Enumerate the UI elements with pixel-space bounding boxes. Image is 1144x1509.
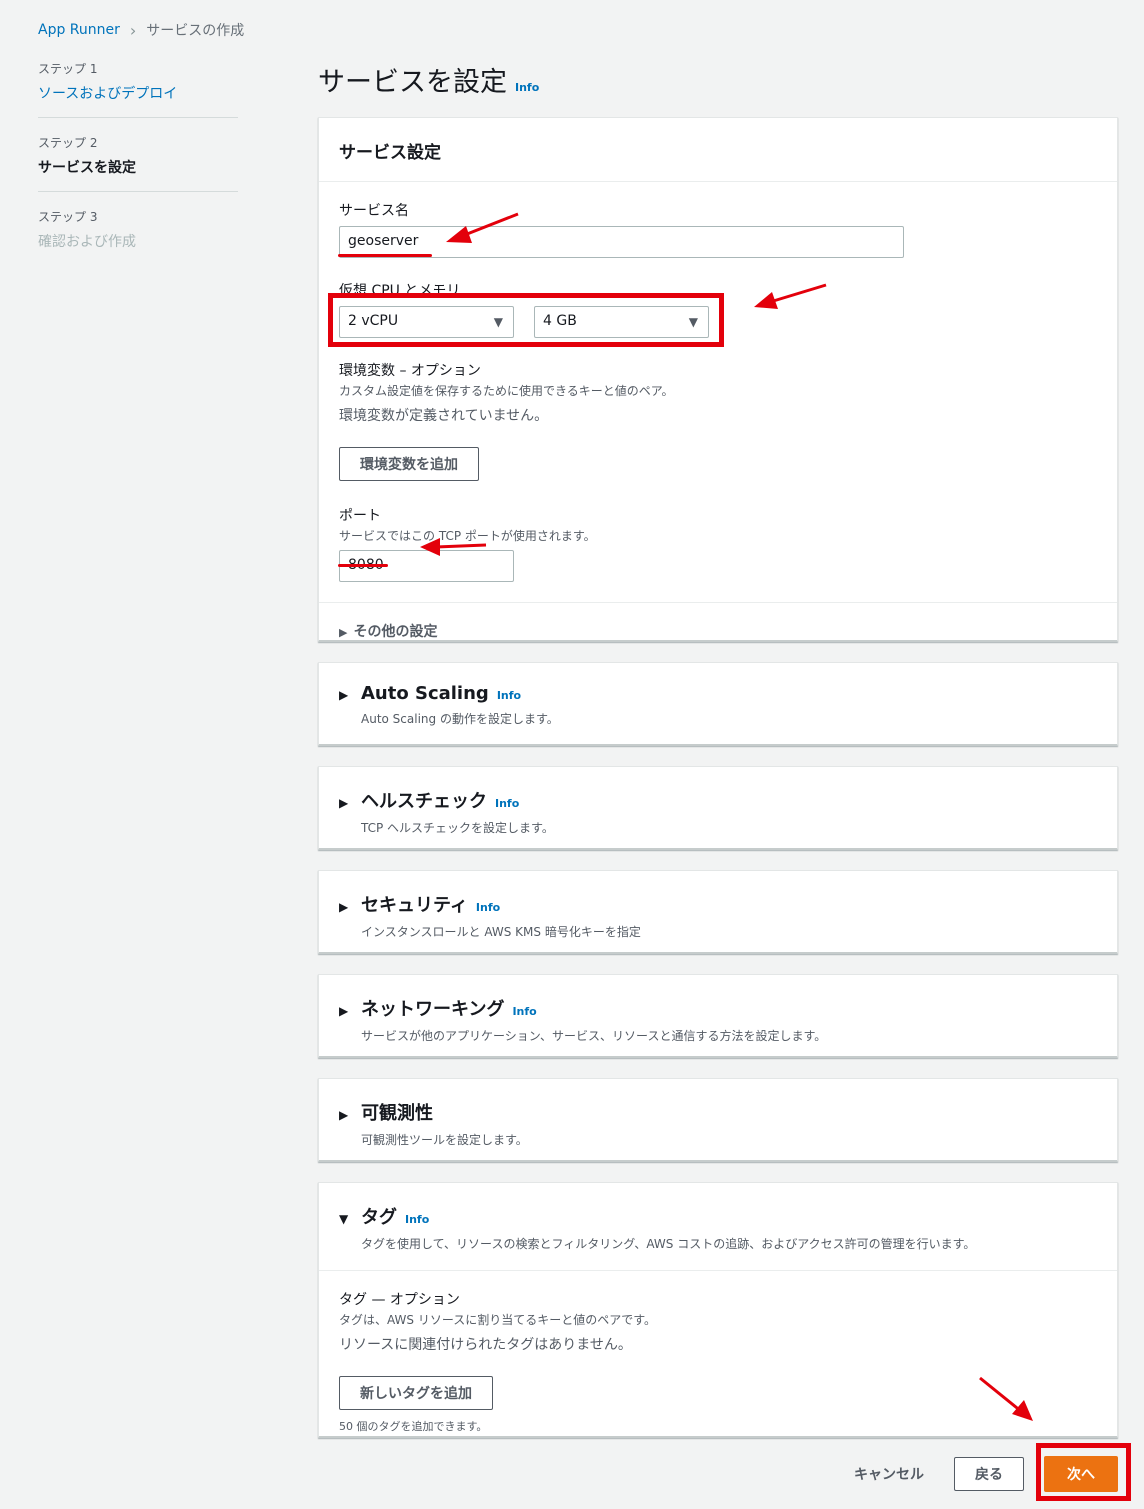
arrow-head <box>1012 1400 1033 1421</box>
arrow-head <box>420 538 440 556</box>
arrow-head <box>754 292 778 309</box>
arrow-port <box>435 543 487 549</box>
arrow-cpu-memory <box>769 283 827 304</box>
arrow-next <box>979 1376 1023 1414</box>
arrow-head <box>446 226 472 243</box>
arrow-service-name <box>461 212 519 238</box>
annotation-arrows <box>420 212 1033 1421</box>
